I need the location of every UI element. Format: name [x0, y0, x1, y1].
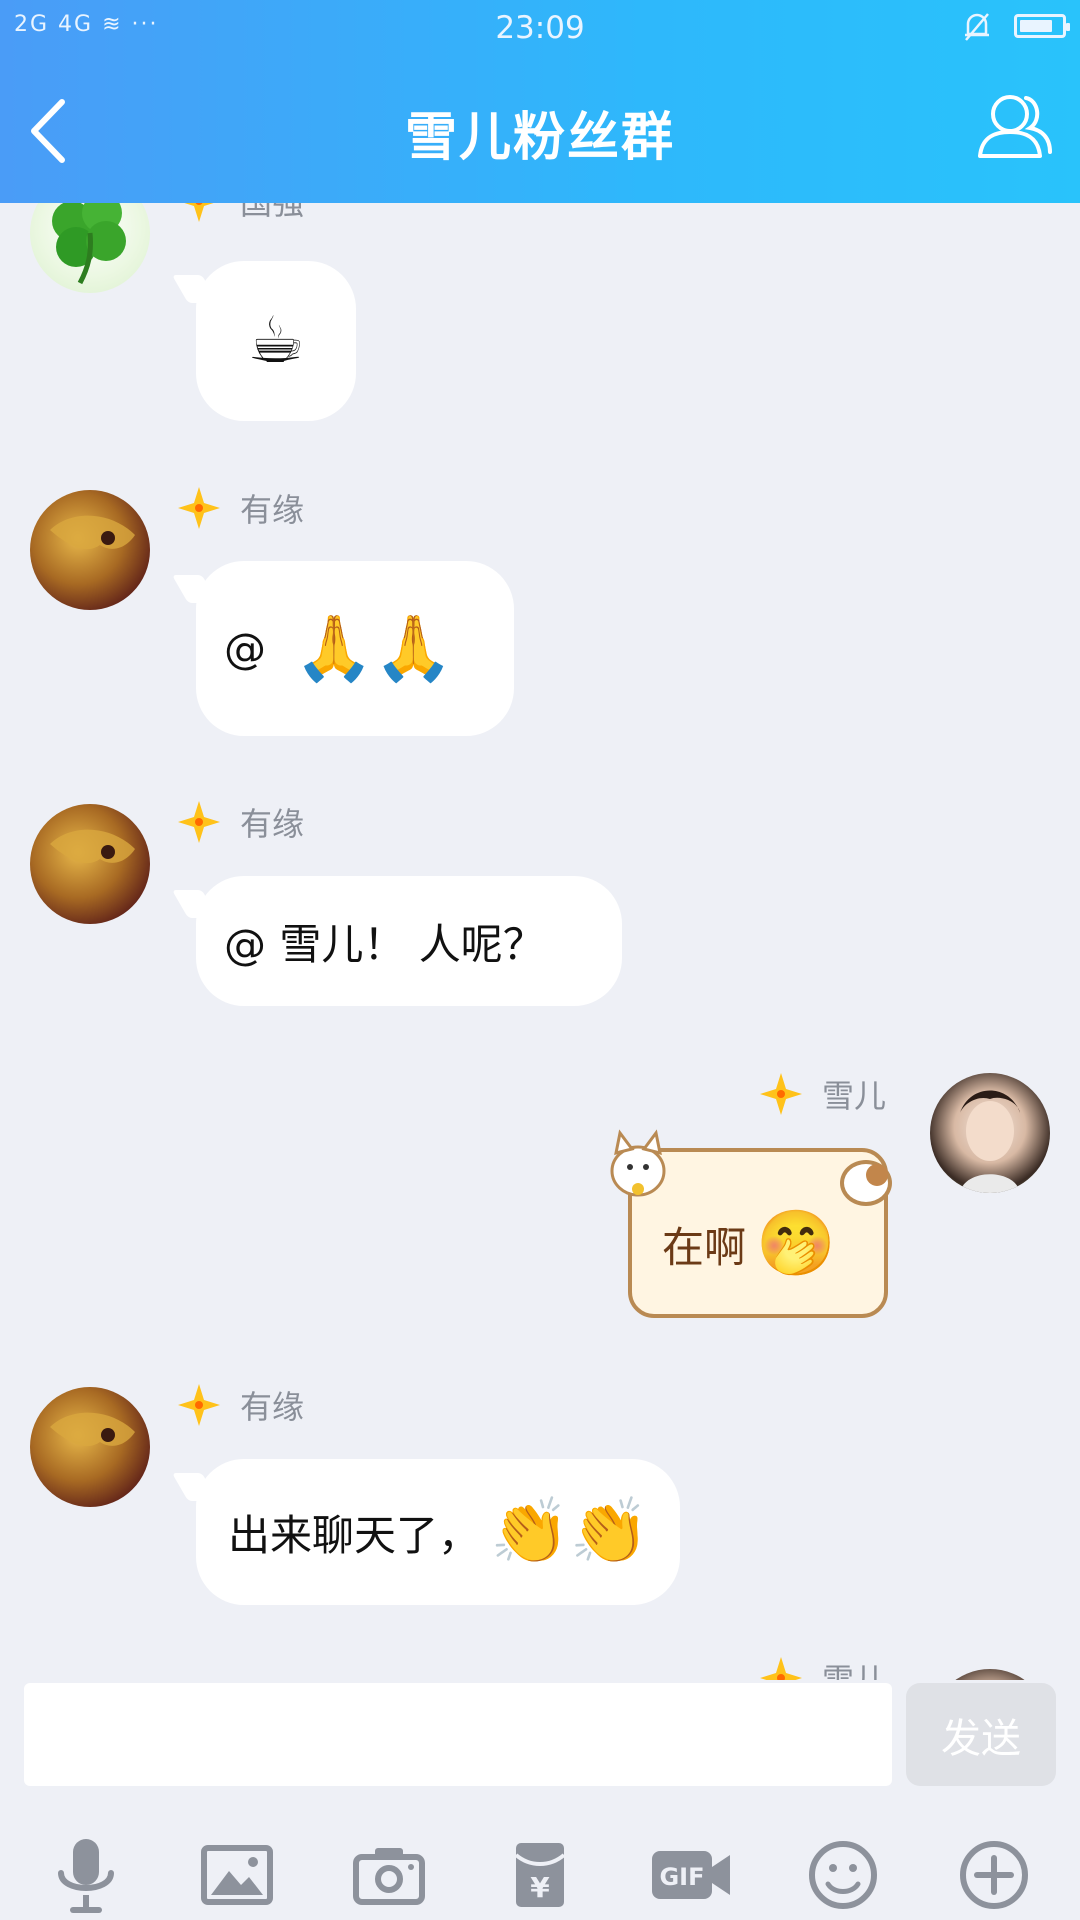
sender-name: 有缘: [176, 485, 304, 531]
chat-history[interactable]: 国强 ☕ 有缘 @ 🙏🙏 有缘 @ 雪儿！ 人呢？ 雪儿 在啊 🤭 有缘 出来聊…: [0, 203, 1080, 1680]
page-title: 雪儿粉丝群: [404, 108, 675, 168]
sender-name: 有缘: [176, 799, 304, 845]
composer: 发送 ¥ GIF: [0, 1680, 1080, 1920]
lucky-cat-icon: [610, 1129, 666, 1197]
app-header: 2G 4G ≋ ··· 23:09 雪儿粉丝群: [0, 0, 1080, 203]
avatar[interactable]: [30, 1387, 150, 1507]
sender-name: 雪儿: [758, 1071, 886, 1117]
camera-button[interactable]: [346, 1832, 432, 1918]
star-badge-icon: [178, 801, 220, 843]
voice-button[interactable]: [43, 1832, 129, 1918]
gif-button[interactable]: GIF: [648, 1832, 734, 1918]
avatar[interactable]: [30, 203, 150, 293]
message-text: @ 雪儿！ 人呢？: [224, 919, 545, 969]
message-bubble[interactable]: 出来聊天了， 👏👏: [196, 1459, 680, 1605]
message-input[interactable]: [24, 1683, 892, 1786]
star-badge-icon: [760, 1073, 802, 1115]
camera-icon: [352, 1848, 425, 1905]
message-text: 在啊: [662, 1222, 747, 1272]
woman-avatar-image: [960, 1090, 1020, 1193]
sender-name: 雪儿: [758, 1655, 886, 1680]
mask-avatar-image: [50, 515, 135, 550]
star-badge-icon: [184, 203, 214, 222]
clap-emoji: 👏👏: [490, 1495, 650, 1569]
smiley-icon: [808, 1841, 877, 1909]
message-bubble[interactable]: @ 雪儿！ 人呢？: [196, 876, 622, 1006]
clock: 23:09: [495, 10, 585, 46]
plus-circle-icon: [960, 1841, 1029, 1909]
svg-text:GIF: GIF: [660, 1863, 705, 1891]
clover-avatar-image: [52, 203, 126, 285]
pray-emoji: 🙏🙏: [294, 611, 454, 686]
star-badge-icon: [760, 1657, 802, 1680]
svg-text:¥: ¥: [530, 1871, 550, 1904]
star-badge-icon: [178, 1384, 220, 1426]
giggle-emoji: 🤭: [756, 1207, 836, 1281]
message-bubble[interactable]: @ 🙏🙏: [196, 561, 514, 736]
microphone-icon: [57, 1839, 114, 1913]
coffee-emoji: ☕: [247, 304, 305, 378]
avatar-self[interactable]: [930, 1073, 1050, 1193]
group-members-icon[interactable]: [974, 90, 1054, 165]
message-text: @: [224, 624, 266, 673]
sender-name: 国强: [176, 203, 304, 224]
composer-toolbar: ¥ GIF: [0, 1830, 1080, 1920]
red-packet-icon: ¥: [514, 1843, 566, 1907]
red-packet-button[interactable]: ¥: [497, 1832, 583, 1918]
message-bubble[interactable]: ☕: [196, 261, 356, 421]
mask-avatar-image: [50, 829, 135, 864]
mute-bell-icon: [965, 13, 989, 41]
battery-icon: [1014, 14, 1070, 38]
image-icon: [201, 1845, 274, 1905]
avatar[interactable]: [30, 804, 150, 924]
image-button[interactable]: [194, 1832, 280, 1918]
star-badge-icon: [178, 487, 220, 529]
more-button[interactable]: [951, 1832, 1037, 1918]
gif-icon: GIF: [652, 1851, 731, 1899]
avatar-self[interactable]: [930, 1669, 1050, 1680]
status-bar: 2G 4G ≋ ··· 23:09: [0, 0, 1080, 58]
emoji-button[interactable]: [800, 1832, 886, 1918]
mask-avatar-image: [50, 1412, 135, 1447]
sender-name: 有缘: [176, 1382, 304, 1428]
avatar[interactable]: [30, 490, 150, 610]
message-text: 出来聊天了，: [228, 1510, 481, 1560]
send-button[interactable]: 发送: [906, 1683, 1056, 1786]
